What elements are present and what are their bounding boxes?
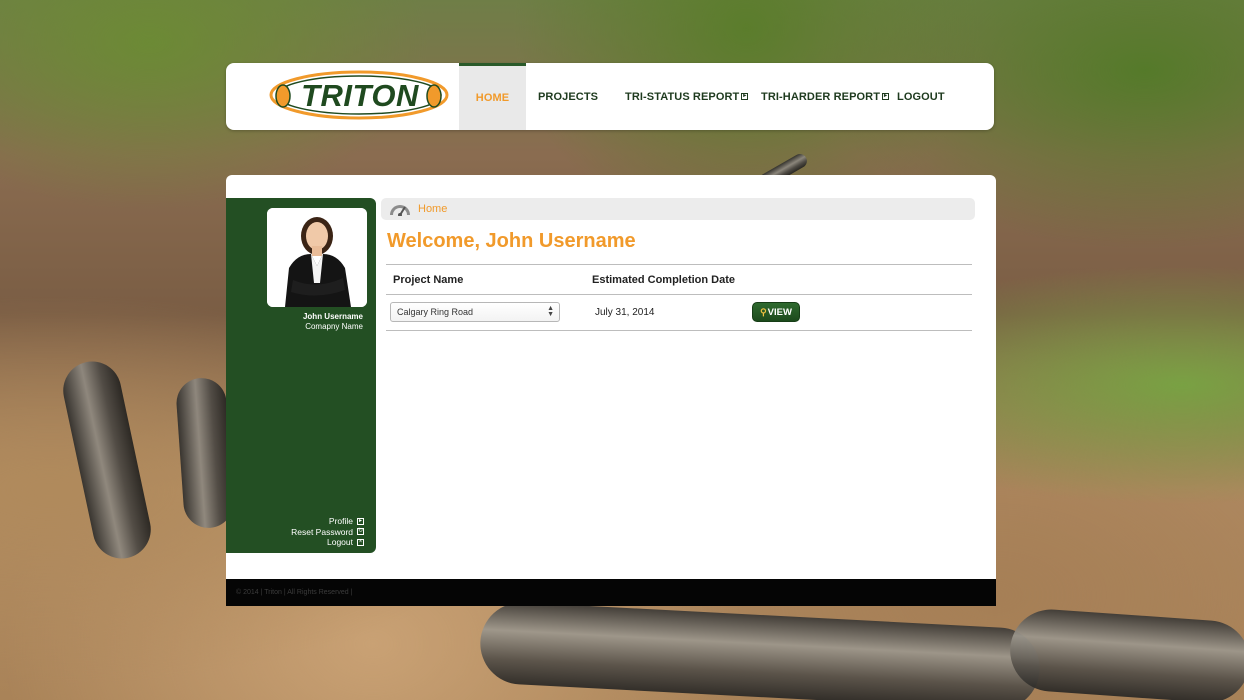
sidebar-link-logout[interactable]: Logout × (291, 537, 364, 548)
close-box-icon: × (357, 538, 364, 546)
avatar (267, 208, 367, 307)
dashboard-gauge-icon (389, 202, 411, 217)
sidebar-link-label: Logout (327, 537, 353, 547)
sidebar-link-label: Profile (328, 516, 353, 526)
site-footer: © 2014 | Triton | All Rights Reserved | (226, 579, 996, 606)
external-link-icon: ▸ (882, 93, 890, 100)
nav-home[interactable]: HOME (459, 63, 526, 130)
project-select-value: Calgary Ring Road (397, 307, 474, 317)
background-pipe (1007, 606, 1244, 700)
nav-label: LOGOUT (897, 90, 945, 103)
nav-label: TRI-STATUS REPORT (625, 90, 740, 103)
background-pipe (57, 356, 157, 564)
content-panel: John Username Comapny Name Profile ▸ Res… (226, 175, 996, 606)
sidebar-link-profile[interactable]: Profile ▸ (291, 516, 364, 527)
project-select[interactable]: Calgary Ring Road ▲ ▼ (390, 302, 560, 322)
completion-date: July 31, 2014 (595, 307, 655, 318)
select-arrows-icon: ▲ ▼ (547, 305, 554, 318)
sidebar-company-name: Comapny Name (305, 322, 363, 331)
column-header-completion-date: Estimated Completion Date (592, 274, 736, 286)
site-header: TRITON HOME PROJECTS TRI-STATUS REPORT ▸… (226, 63, 994, 130)
projects-table: Project Name Estimated Completion Date C… (386, 264, 972, 331)
external-link-icon: ▸ (741, 93, 749, 100)
nav-tri-harder-report[interactable]: TRI-HARDER REPORT ▸ (761, 63, 897, 130)
nav-label: PROJECTS (538, 90, 599, 103)
main-nav: HOME PROJECTS TRI-STATUS REPORT ▸ TRI-HA… (459, 63, 957, 130)
view-button-label: VIEW (767, 306, 792, 318)
view-button[interactable]: ⚲ VIEW (752, 302, 800, 322)
magnifier-icon: ⚲ (760, 306, 767, 317)
external-icon: ▸ (357, 517, 364, 525)
nav-tri-status-report[interactable]: TRI-STATUS REPORT ▸ (625, 63, 761, 130)
nav-logout[interactable]: LOGOUT (897, 63, 957, 130)
column-header-project-name: Project Name (393, 274, 464, 286)
nav-projects[interactable]: PROJECTS (538, 63, 613, 130)
sidebar-link-label: Reset Password (291, 526, 353, 537)
table-row: Calgary Ring Road ▲ ▼ July 31, 2014 ⚲ VIE… (386, 295, 972, 331)
logo-wordmark: TRITON (301, 78, 419, 113)
user-sidebar: John Username Comapny Name Profile ▸ Res… (226, 198, 376, 553)
nav-label: HOME (475, 92, 510, 104)
breadcrumb: Home (381, 198, 975, 220)
table-header: Project Name Estimated Completion Date (386, 264, 972, 295)
page-title: Welcome, John Username (387, 230, 636, 252)
triton-logo[interactable]: TRITON (266, 69, 452, 121)
reset-icon: ↻ (357, 528, 364, 536)
sidebar-links: Profile ▸ Reset Password ↻ Logout × (291, 516, 364, 548)
sidebar-link-reset-password[interactable]: Reset Password ↻ (291, 527, 364, 538)
background-pipe (478, 600, 1042, 700)
sidebar-user-name: John Username (302, 312, 363, 321)
nav-label: TRI-HARDER REPORT (761, 90, 881, 103)
breadcrumb-home[interactable]: Home (418, 203, 447, 215)
copyright-text: © 2014 | Triton | All Rights Reserved | (236, 589, 353, 596)
